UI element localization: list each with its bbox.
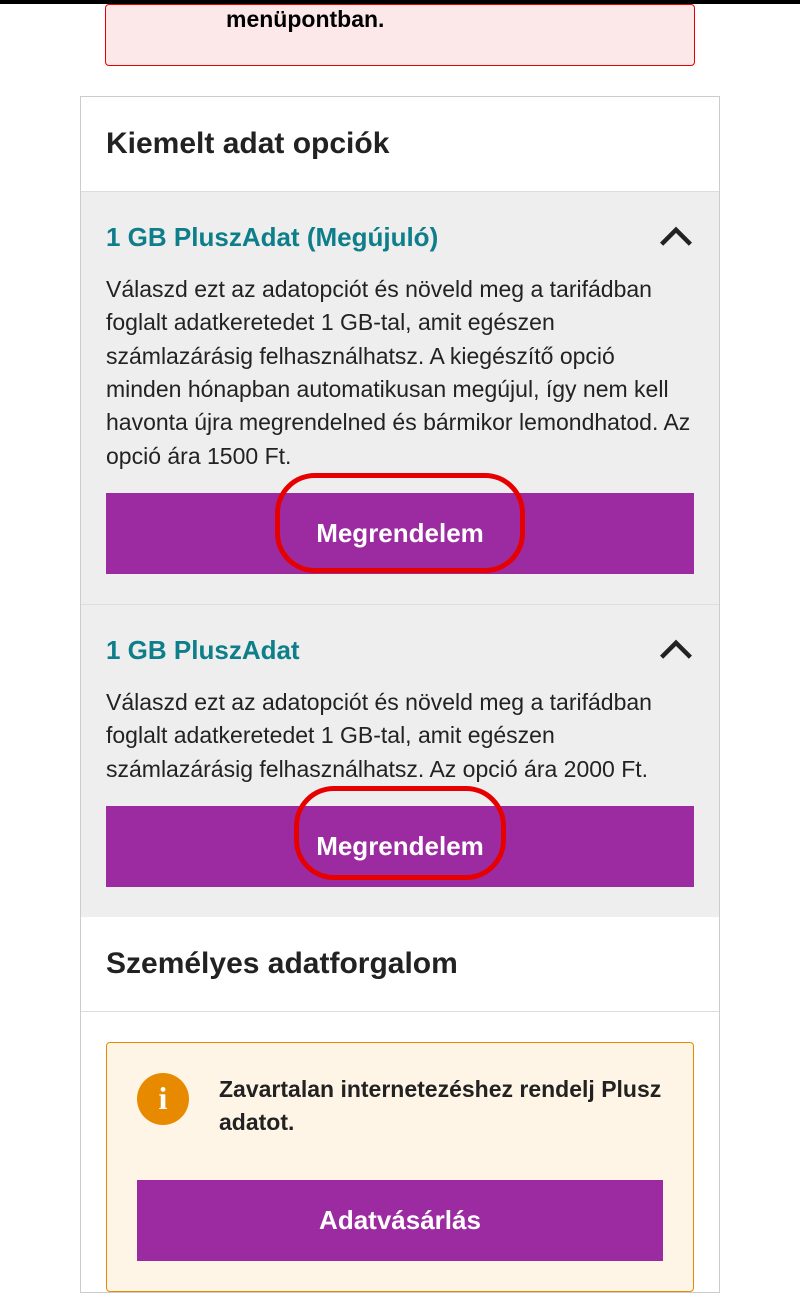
option-title-row[interactable]: 1 GB PluszAdat [106, 635, 694, 666]
option-description: Válaszd ezt az adatopciót és növeld meg … [106, 273, 694, 473]
info-panel-wrap: i Zavartalan internetezéshez rendelj Plu… [81, 1011, 719, 1292]
featured-data-section: Kiemelt adat opciók 1 GB PluszAdat (Megú… [80, 96, 720, 1293]
option-block-renewing: 1 GB PluszAdat (Megújuló) Válaszd ezt az… [81, 192, 719, 604]
info-icon: i [137, 1073, 189, 1125]
featured-header: Kiemelt adat opciók [81, 97, 719, 192]
error-text: menüpontban. [226, 5, 664, 35]
option-description: Válaszd ezt az adatopciót és növeld meg … [106, 686, 694, 786]
order-button-renewing[interactable]: Megrendelem [106, 493, 694, 574]
personal-heading: Személyes adatforgalom [106, 947, 694, 981]
chevron-up-icon [658, 638, 694, 662]
featured-heading: Kiemelt adat opciók [106, 127, 694, 161]
order-button-onetime[interactable]: Megrendelem [106, 806, 694, 887]
option-title: 1 GB PluszAdat [106, 635, 300, 666]
info-panel: i Zavartalan internetezéshez rendelj Plu… [106, 1042, 694, 1292]
option-title-row[interactable]: 1 GB PluszAdat (Megújuló) [106, 222, 694, 253]
chevron-up-icon [658, 225, 694, 249]
personal-header: Személyes adatforgalom [81, 917, 719, 1011]
error-box: menüpontban. [105, 4, 695, 66]
order-button-wrapper: Megrendelem [106, 493, 694, 574]
buy-data-button[interactable]: Adatvásárlás [137, 1180, 663, 1261]
option-title: 1 GB PluszAdat (Megújuló) [106, 222, 438, 253]
info-text: Zavartalan internetezéshez rendelj Plusz… [219, 1073, 663, 1140]
option-block-onetime: 1 GB PluszAdat Válaszd ezt az adatopciót… [81, 604, 719, 917]
order-button-wrapper: Megrendelem [106, 806, 694, 887]
